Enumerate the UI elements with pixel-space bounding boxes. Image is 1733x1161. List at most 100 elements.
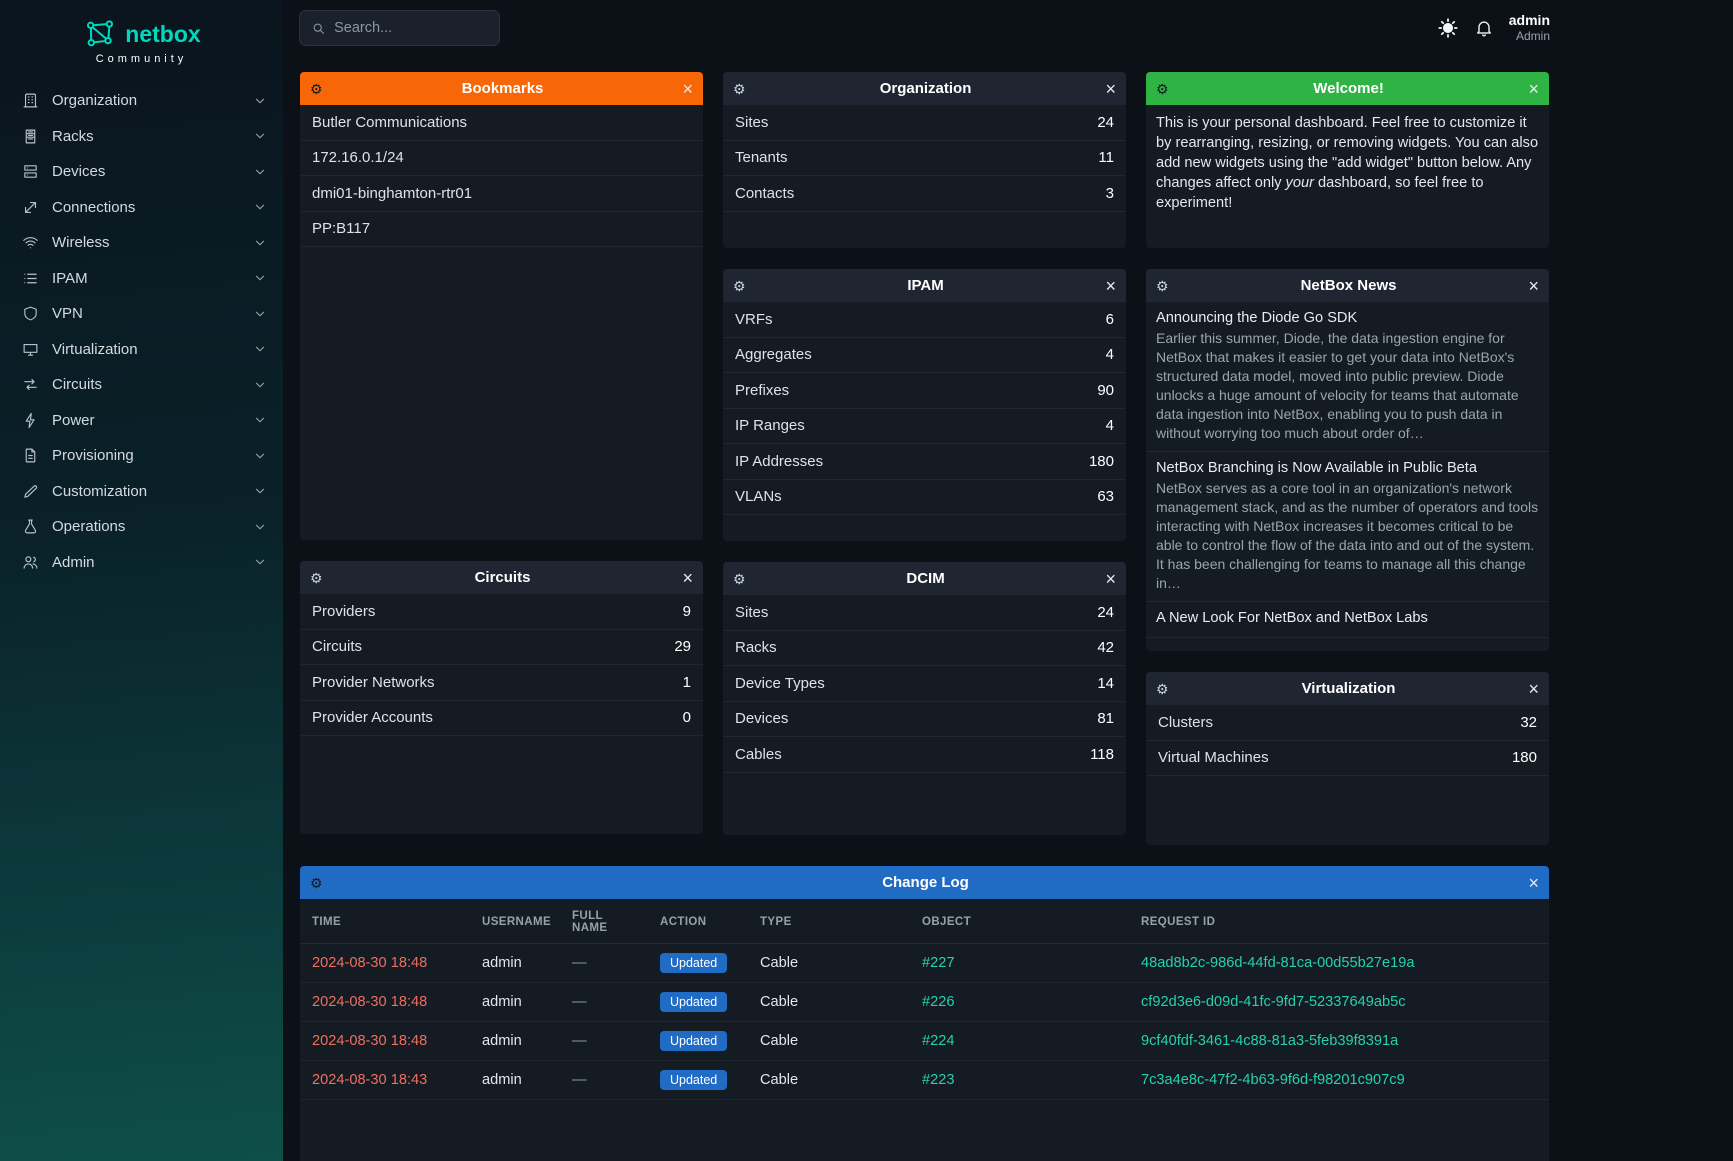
news-headline-link[interactable]: A New Look For NetBox and NetBox Labs (1156, 610, 1539, 626)
stat-row[interactable]: Cables118 (723, 737, 1126, 773)
stat-row[interactable]: Aggregates4 (723, 338, 1126, 374)
stat-row[interactable]: Provider Networks1 (300, 665, 703, 701)
stat-row[interactable]: Sites24 (723, 595, 1126, 631)
close-icon[interactable]: × (1105, 80, 1116, 98)
stat-row[interactable]: Contacts3 (723, 176, 1126, 212)
object-link[interactable]: #223 (922, 1072, 954, 1088)
sidebar-item-power[interactable]: Power (0, 403, 283, 439)
chevron-down-icon (253, 378, 267, 392)
topbar: admin Admin (283, 0, 1733, 56)
gear-icon[interactable]: ⚙ (310, 876, 323, 890)
building-icon (22, 92, 39, 109)
sidebar-item-wireless[interactable]: Wireless (0, 225, 283, 261)
search-input[interactable] (334, 20, 487, 36)
organization-widget: ⚙ Organization × Sites24 Tenants11 Conta… (723, 72, 1126, 248)
close-icon[interactable]: × (1528, 80, 1539, 98)
sidebar-item-racks[interactable]: Racks (0, 119, 283, 155)
request-id-link[interactable]: 7c3a4e8c-47f2-4b63-9f6d-f98201c907c9 (1141, 1072, 1405, 1088)
stat-row[interactable]: IP Addresses180 (723, 444, 1126, 480)
close-icon[interactable]: × (1105, 277, 1116, 295)
stat-row[interactable]: Racks42 (723, 631, 1126, 667)
close-icon[interactable]: × (1528, 277, 1539, 295)
widget-title: Virtualization (1177, 680, 1521, 697)
sidebar-item-provisioning[interactable]: Provisioning (0, 438, 283, 474)
sidebar-item-virtualization[interactable]: Virtualization (0, 332, 283, 368)
bookmark-item[interactable]: dmi01-binghamton-rtr01 (300, 176, 703, 212)
netbox-logo[interactable]: netbox Community (0, 10, 283, 79)
gear-icon[interactable]: ⚙ (733, 82, 746, 96)
change-username: admin (470, 983, 560, 1022)
stat-row[interactable]: Virtual Machines180 (1146, 741, 1549, 777)
stat-row[interactable]: Prefixes90 (723, 373, 1126, 409)
stat-row[interactable]: Circuits29 (300, 630, 703, 666)
bookmark-item[interactable]: PP:B117 (300, 212, 703, 248)
request-id-link[interactable]: 9cf40fdf-3461-4c88-81a3-5feb39f8391a (1141, 1033, 1398, 1049)
chevron-down-icon (253, 271, 267, 285)
change-username: admin (470, 1022, 560, 1061)
gear-icon[interactable]: ⚙ (1156, 279, 1169, 293)
change-type: Cable (748, 944, 910, 983)
change-time-link[interactable]: 2024-08-30 18:43 (312, 1072, 427, 1088)
object-link[interactable]: #227 (922, 955, 954, 971)
change-time-link[interactable]: 2024-08-30 18:48 (312, 955, 427, 971)
sidebar-item-label: Power (52, 412, 95, 429)
column-header-username: USERNAME (470, 899, 560, 944)
stat-row[interactable]: Devices81 (723, 702, 1126, 738)
change-full-name: — (560, 983, 648, 1022)
object-link[interactable]: #224 (922, 1033, 954, 1049)
close-icon[interactable]: × (682, 569, 693, 587)
widget-title: Bookmarks (331, 80, 675, 97)
news-headline-link[interactable]: NetBox Branching is Now Available in Pub… (1156, 460, 1539, 476)
column-header-full-name: FULL NAME (560, 899, 648, 944)
gear-icon[interactable]: ⚙ (733, 279, 746, 293)
gear-icon[interactable]: ⚙ (310, 82, 323, 96)
sidebar-item-vpn[interactable]: VPN (0, 296, 283, 332)
sidebar-item-operations[interactable]: Operations (0, 509, 283, 545)
gear-icon[interactable]: ⚙ (1156, 682, 1169, 696)
stat-row[interactable]: Providers9 (300, 594, 703, 630)
bookmark-item[interactable]: 172.16.0.1/24 (300, 141, 703, 177)
stat-row[interactable]: Tenants11 (723, 141, 1126, 177)
sidebar-item-label: Racks (52, 128, 94, 145)
close-icon[interactable]: × (1528, 680, 1539, 698)
bookmark-item[interactable]: Butler Communications (300, 105, 703, 141)
sidebar-item-circuits[interactable]: Circuits (0, 367, 283, 403)
sidebar-item-connections[interactable]: Connections (0, 190, 283, 226)
request-id-link[interactable]: 48ad8b2c-986d-44fd-81ca-00d55b27e19a (1141, 955, 1414, 971)
dashboard-column-1: ⚙ Bookmarks × Butler Communications 172.… (300, 72, 703, 845)
theme-toggle-icon[interactable] (1437, 17, 1459, 39)
object-link[interactable]: #226 (922, 994, 954, 1010)
sidebar-item-ipam[interactable]: IPAM (0, 261, 283, 297)
sidebar-item-label: Virtualization (52, 341, 138, 358)
stat-row[interactable]: Provider Accounts0 (300, 701, 703, 737)
close-icon[interactable]: × (682, 80, 693, 98)
table-row: 2024-08-30 18:48 admin — Updated Cable #… (300, 983, 1549, 1022)
gear-icon[interactable]: ⚙ (1156, 82, 1169, 96)
close-icon[interactable]: × (1105, 570, 1116, 588)
stat-row[interactable]: Sites24 (723, 105, 1126, 141)
sidebar-item-customization[interactable]: Customization (0, 474, 283, 510)
notifications-bell-icon[interactable] (1474, 18, 1494, 38)
user-role: Admin (1509, 29, 1550, 43)
stat-row[interactable]: IP Ranges4 (723, 409, 1126, 445)
sidebar-item-organization[interactable]: Organization (0, 83, 283, 119)
stat-row[interactable]: VRFs6 (723, 302, 1126, 338)
request-id-link[interactable]: cf92d3e6-d09d-41fc-9fd7-52337649ab5c (1141, 994, 1406, 1010)
user-menu[interactable]: admin Admin (1509, 12, 1550, 43)
sidebar-item-devices[interactable]: Devices (0, 154, 283, 190)
change-time-link[interactable]: 2024-08-30 18:48 (312, 1033, 427, 1049)
gear-icon[interactable]: ⚙ (733, 572, 746, 586)
column-header-time: TIME (300, 899, 470, 944)
gear-icon[interactable]: ⚙ (310, 571, 323, 585)
search-box[interactable] (299, 10, 500, 46)
stat-row[interactable]: VLANs63 (723, 480, 1126, 516)
sidebar-item-admin[interactable]: Admin (0, 545, 283, 581)
monitor-icon (22, 341, 39, 358)
news-headline-link[interactable]: Announcing the Diode Go SDK (1156, 310, 1539, 326)
widget-title: Welcome! (1177, 80, 1521, 97)
change-time-link[interactable]: 2024-08-30 18:48 (312, 994, 427, 1010)
chevron-down-icon (253, 200, 267, 214)
close-icon[interactable]: × (1528, 874, 1539, 892)
stat-row[interactable]: Device Types14 (723, 666, 1126, 702)
stat-row[interactable]: Clusters32 (1146, 705, 1549, 741)
